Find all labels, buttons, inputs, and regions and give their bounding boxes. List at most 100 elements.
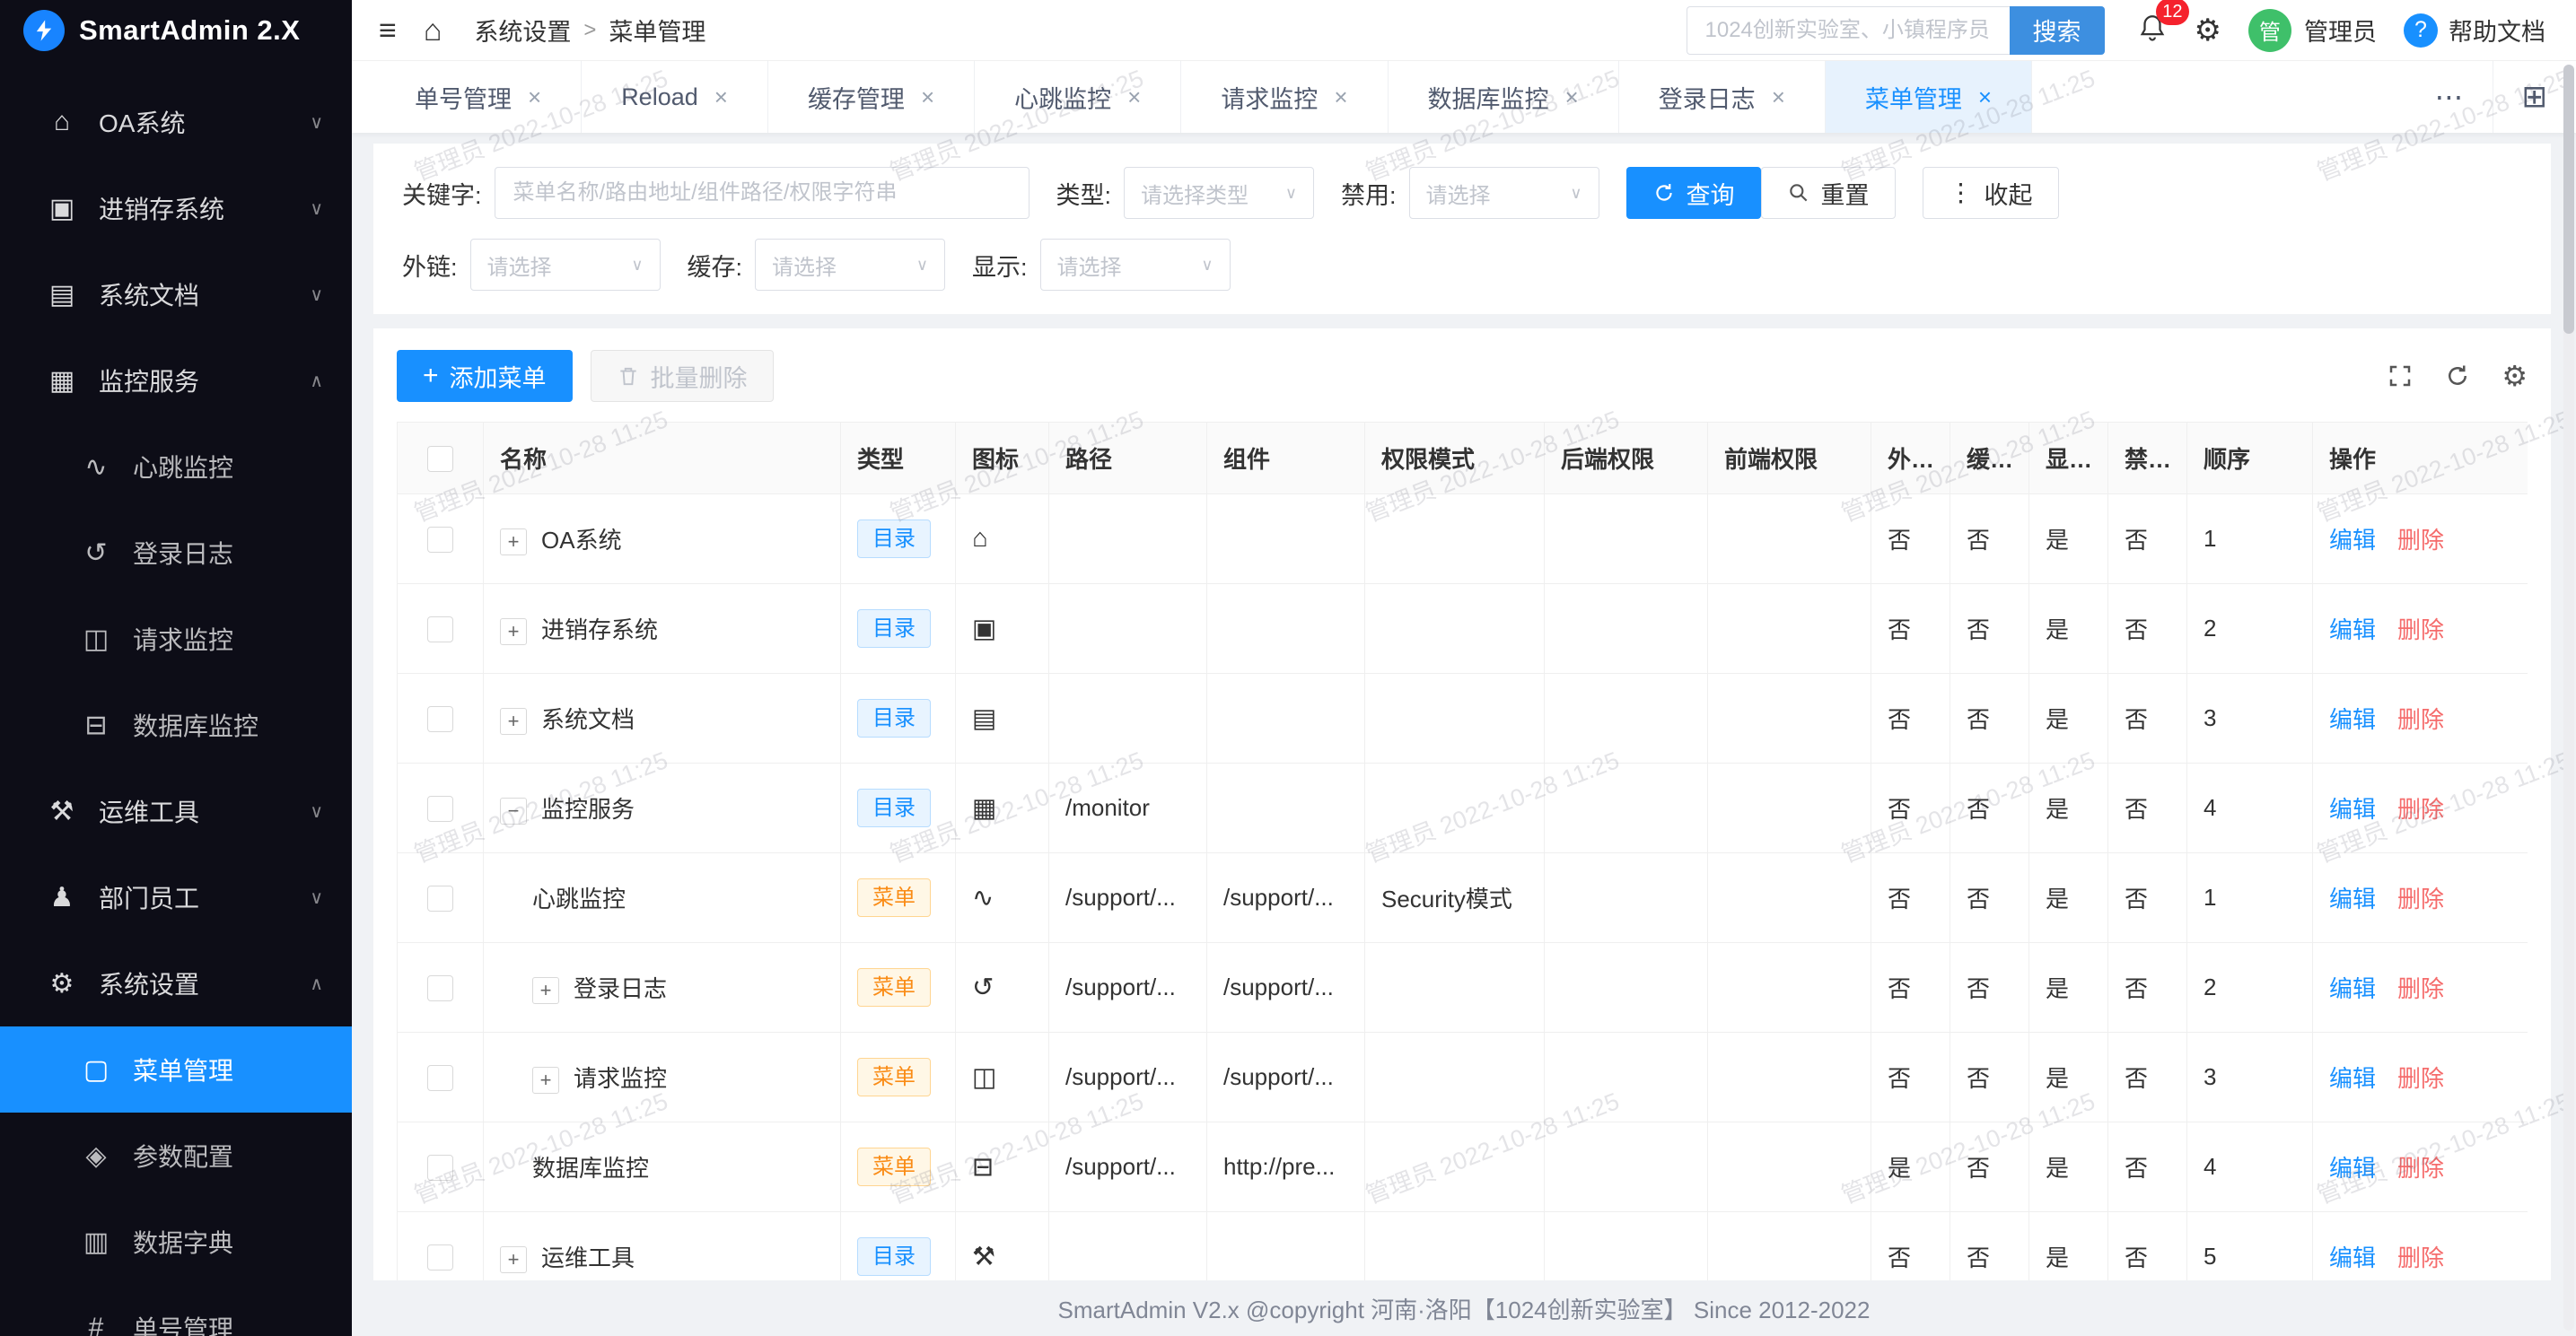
sidebar-item-system-docs[interactable]: ▤系统文档∨ — [0, 251, 352, 337]
delete-link[interactable]: 删除 — [2397, 1244, 2444, 1271]
row-checkbox[interactable] — [427, 706, 453, 732]
query-button[interactable]: 查询 — [1626, 167, 1761, 219]
edit-link[interactable]: 编辑 — [2329, 1065, 2376, 1092]
search-button[interactable]: 搜索 — [2010, 6, 2105, 55]
tab-menu-manage[interactable]: 菜单管理× — [1826, 61, 2032, 133]
collapse-row-icon[interactable]: − — [500, 798, 527, 825]
page-scrollbar[interactable] — [2563, 65, 2574, 1331]
add-menu-button[interactable]: + 添加菜单 — [397, 350, 573, 402]
scrollbar-thumb[interactable] — [2563, 65, 2574, 334]
tabs-more-icon[interactable]: ⋯ — [2406, 61, 2493, 133]
expand-row-icon[interactable]: + — [500, 528, 527, 555]
delete-link[interactable]: 删除 — [2397, 1065, 2444, 1092]
row-checkbox[interactable] — [427, 1244, 453, 1271]
expand-row-icon[interactable]: + — [500, 618, 527, 645]
user-menu[interactable]: 管 管理员 — [2248, 9, 2377, 52]
sidebar-item-param-config[interactable]: ◈参数配置 — [0, 1113, 352, 1199]
sidebar-item-data-dict[interactable]: ▥数据字典 — [0, 1199, 352, 1285]
sidebar-item-inventory-system[interactable]: ▣进销存系统∨ — [0, 165, 352, 251]
collapse-filters-button[interactable]: ⋮ 收起 — [1923, 167, 2059, 219]
tab-database-monitor[interactable]: 数据库监控× — [1389, 61, 1619, 133]
fullscreen-icon[interactable] — [2387, 362, 2414, 389]
sidebar-item-oa-system[interactable]: ⌂OA系统∨ — [0, 79, 352, 165]
chevron-down-icon: ∨ — [310, 284, 323, 306]
edit-link[interactable]: 编辑 — [2329, 1244, 2376, 1271]
sidebar-item-ops-tools[interactable]: ⚒运维工具∨ — [0, 768, 352, 854]
column-settings-icon[interactable]: ⚙ — [2502, 362, 2528, 390]
edit-link[interactable]: 编辑 — [2329, 886, 2376, 912]
batch-delete-button[interactable]: 批量删除 — [591, 350, 774, 402]
tab-serial-number[interactable]: 单号管理× — [375, 61, 582, 133]
sidebar-item-database-monitor[interactable]: ⊟数据库监控 — [0, 682, 352, 768]
tab-reload[interactable]: Reload× — [582, 61, 768, 133]
delete-link[interactable]: 删除 — [2397, 706, 2444, 733]
user-name: 管理员 — [2304, 13, 2377, 48]
delete-link[interactable]: 删除 — [2397, 975, 2444, 1002]
row-checkbox[interactable] — [427, 796, 453, 822]
close-icon[interactable]: × — [528, 83, 541, 111]
sidebar-item-request-monitor[interactable]: ◫请求监控 — [0, 596, 352, 682]
tab-heartbeat-monitor[interactable]: 心跳监控× — [975, 61, 1181, 133]
sidebar-item-department-staff[interactable]: ♟部门员工∨ — [0, 854, 352, 940]
show-select-value: 请选择 — [1057, 249, 1122, 281]
external-select[interactable]: 请选择 ∨ — [470, 239, 661, 291]
gear-icon[interactable]: ⚙ — [2195, 15, 2221, 46]
delete-link[interactable]: 删除 — [2397, 886, 2444, 912]
disabled-select[interactable]: 请选择 ∨ — [1409, 167, 1599, 219]
show-select[interactable]: 请选择 ∨ — [1040, 239, 1231, 291]
tab-login-log[interactable]: 登录日志× — [1619, 61, 1826, 133]
expand-row-icon[interactable]: + — [532, 977, 559, 1004]
home-icon[interactable]: ⌂ — [424, 15, 442, 46]
breadcrumb-parent[interactable]: 系统设置 — [474, 13, 571, 48]
sidebar-item-menu-manage[interactable]: ▢菜单管理 — [0, 1026, 352, 1113]
row-checkbox[interactable] — [427, 886, 453, 912]
row-checkbox[interactable] — [427, 1155, 453, 1181]
edit-link[interactable]: 编辑 — [2329, 796, 2376, 823]
help-link[interactable]: ? 帮助文档 — [2404, 13, 2545, 48]
edit-link[interactable]: 编辑 — [2329, 975, 2376, 1002]
notification-bell[interactable]: 12 — [2137, 13, 2168, 48]
close-icon[interactable]: × — [1127, 83, 1141, 111]
edit-link[interactable]: 编辑 — [2329, 527, 2376, 554]
edit-link[interactable]: 编辑 — [2329, 706, 2376, 733]
close-icon[interactable]: × — [1334, 83, 1347, 111]
type-select[interactable]: 请选择类型 ∨ — [1124, 167, 1314, 219]
sidebar-item-serial-number[interactable]: #单号管理 — [0, 1285, 352, 1336]
sidebar-item-monitor-service[interactable]: ▦监控服务∧ — [0, 337, 352, 424]
close-icon[interactable]: × — [921, 83, 934, 111]
refresh-icon[interactable] — [2444, 362, 2471, 389]
edit-link[interactable]: 编辑 — [2329, 1155, 2376, 1182]
delete-link[interactable]: 删除 — [2397, 527, 2444, 554]
delete-link[interactable]: 删除 — [2397, 1155, 2444, 1182]
expand-row-icon[interactable]: + — [500, 1246, 527, 1273]
sidebar-item-login-log[interactable]: ↺登录日志 — [0, 510, 352, 596]
expand-row-icon[interactable]: + — [500, 708, 527, 735]
refresh-icon — [1652, 181, 1676, 205]
expand-row-icon[interactable]: + — [532, 1067, 559, 1094]
tab-cache-manage[interactable]: 缓存管理× — [768, 61, 975, 133]
column-header: 后端权限 — [1545, 423, 1708, 494]
reset-button[interactable]: 重置 — [1761, 167, 1896, 219]
select-all-checkbox[interactable] — [427, 446, 453, 472]
keyword-input[interactable] — [495, 167, 1030, 219]
edit-link[interactable]: 编辑 — [2329, 616, 2376, 643]
cell-show: 是 — [2029, 764, 2108, 853]
sidebar-item-heartbeat-monitor[interactable]: ∿心跳监控 — [0, 424, 352, 510]
delete-link[interactable]: 删除 — [2397, 616, 2444, 643]
close-icon[interactable]: × — [1772, 83, 1785, 111]
row-checkbox[interactable] — [427, 1065, 453, 1091]
close-icon[interactable]: × — [1978, 83, 1992, 111]
delete-link[interactable]: 删除 — [2397, 796, 2444, 823]
logo[interactable]: SmartAdmin 2.X — [0, 0, 352, 61]
close-icon[interactable]: × — [714, 83, 728, 111]
row-checkbox[interactable] — [427, 975, 453, 1001]
search-input[interactable] — [1687, 6, 2010, 55]
cell-frontend-perm — [1708, 764, 1871, 853]
sidebar-item-system-settings[interactable]: ⚙系统设置∧ — [0, 940, 352, 1026]
close-icon[interactable]: × — [1565, 83, 1579, 111]
row-checkbox[interactable] — [427, 527, 453, 553]
collapse-menu-icon[interactable]: ≡ — [379, 15, 397, 46]
tab-request-monitor[interactable]: 请求监控× — [1181, 61, 1388, 133]
row-checkbox[interactable] — [427, 616, 453, 642]
cache-select[interactable]: 请选择 ∨ — [755, 239, 945, 291]
